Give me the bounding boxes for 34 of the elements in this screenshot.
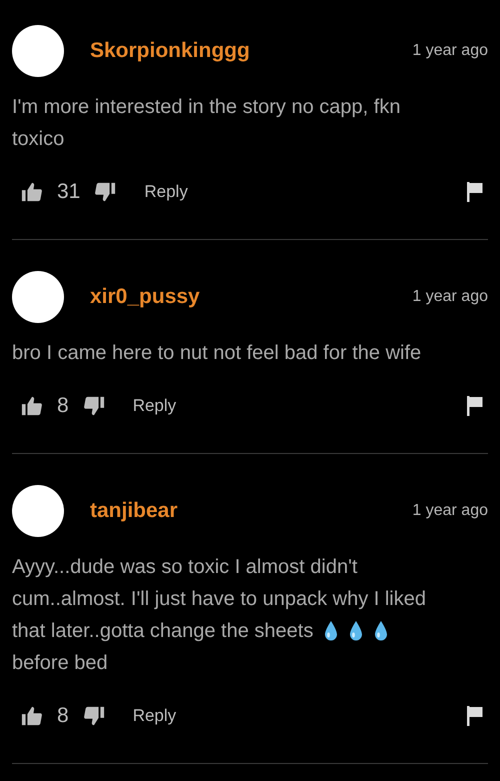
comment-text: toxico [12,127,64,152]
comment-text: before bed [12,651,108,676]
comment-text: that later..gotta change the sheets [12,619,314,644]
like-count: 31 [57,180,80,204]
reply-button[interactable]: Reply [126,702,182,730]
like-count: 8 [57,394,69,418]
username[interactable]: Skorpionkinggg [90,39,250,63]
thumbs-down-icon[interactable] [82,705,105,727]
thumbs-up-icon[interactable] [21,181,43,203]
thumbs-up-icon[interactable] [21,705,43,727]
reply-button[interactable]: Reply [126,392,182,420]
like-count: 8 [57,704,69,728]
thumbs-up-icon[interactable] [21,395,43,417]
comment-time: 1 year ago [412,42,488,60]
avatar [12,485,64,537]
comment-time: 1 year ago [412,288,488,306]
flag-icon[interactable] [466,706,484,726]
droplet-icon [323,620,340,642]
flag-icon[interactable] [466,182,484,202]
comment-text: cum..almost. I'll just have to unpack why I liked [12,587,426,612]
thumbs-down-icon[interactable] [94,181,116,203]
username[interactable]: tanjibear [90,499,178,523]
avatar [12,25,64,77]
droplet-icon [348,620,364,642]
comment-text: Ayyy...dude was so toxic I almost didn't [12,555,358,580]
comment-time: 1 year ago [412,502,488,520]
comment-text: I'm more interested in the story no capp, fkn [12,95,400,120]
flag-icon[interactable] [466,396,484,416]
droplet-icon [373,620,390,642]
avatar [12,271,64,323]
reply-button[interactable]: Reply [138,178,194,206]
comment-text: bro I came here to nut not feel bad for the wife [12,341,422,366]
username[interactable]: xir0_pussy [90,285,200,309]
thumbs-down-icon[interactable] [82,395,105,417]
